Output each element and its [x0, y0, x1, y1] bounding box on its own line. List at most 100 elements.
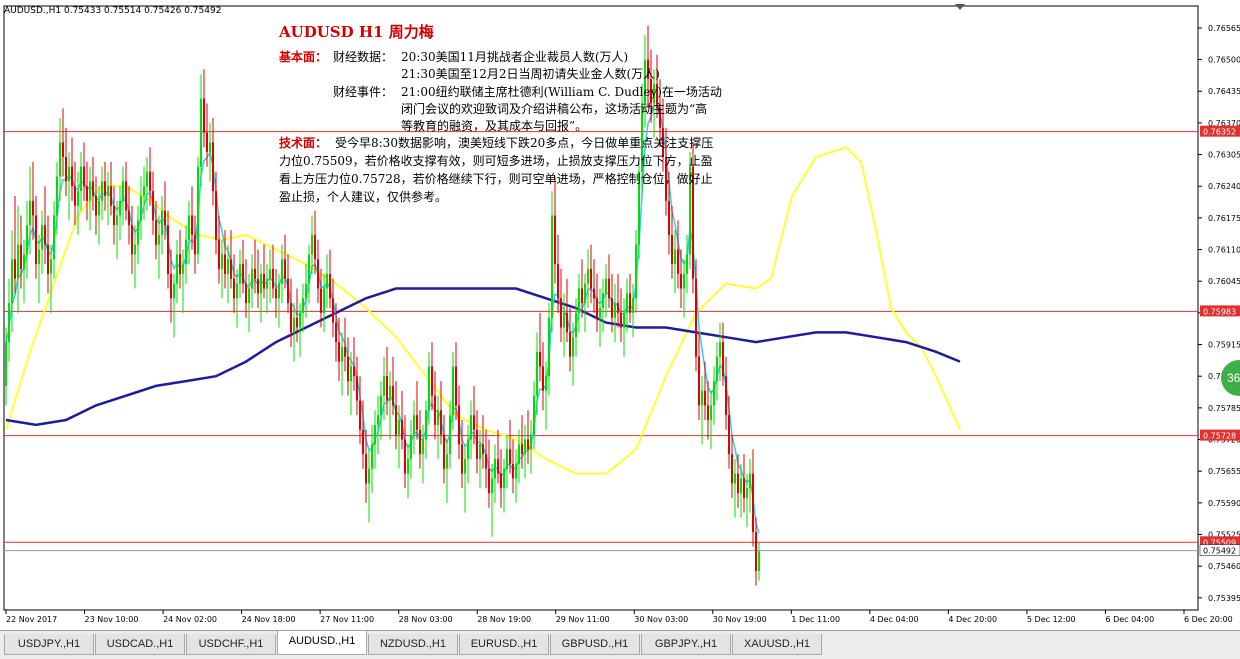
candle-body	[107, 186, 109, 196]
candle-body	[110, 186, 112, 206]
candle-body	[272, 269, 274, 289]
candle-body	[680, 273, 682, 289]
tab-gbpusd-h1[interactable]: GBPUSD.,H1	[550, 634, 640, 655]
level-price-label: 0.75728	[1203, 432, 1236, 441]
candle-body	[611, 298, 613, 318]
fundamental-data-label: 财经数据：	[333, 50, 394, 64]
tab-audusd-h1[interactable]: AUDUSD.,H1	[277, 631, 367, 655]
candle-body	[365, 454, 367, 484]
candle-body	[686, 254, 688, 274]
candle-body	[731, 454, 733, 484]
candle-body	[566, 312, 568, 333]
fundamental-data-line: 21:30美国至12月2日当周初请失业金人数(万人)	[401, 67, 660, 81]
technical-line: 看上方压力位0.75728，若价格继续下行，则可空单进场，严格控制仓位，做好止	[279, 172, 713, 186]
x-tick-label: 5 Dec 12:00	[1027, 615, 1076, 624]
candle-body	[62, 142, 64, 157]
candle-body	[356, 376, 358, 401]
candle-body	[401, 420, 403, 440]
candle-body	[668, 200, 670, 235]
candle-body	[707, 405, 709, 421]
candle-body	[380, 395, 382, 416]
candle-body	[200, 98, 202, 167]
candle-body	[683, 273, 685, 289]
candle-body	[407, 459, 409, 474]
candle-body	[413, 415, 415, 435]
candle-body	[485, 454, 487, 469]
candle-body	[713, 381, 715, 406]
y-tick-label: 0.76110	[1208, 246, 1240, 255]
tab-usdjpy-h1[interactable]: USDJPY.,H1	[4, 634, 94, 655]
candle-body	[548, 317, 550, 377]
candle-body	[533, 395, 535, 435]
candle-body	[383, 376, 385, 396]
candle-body	[479, 444, 481, 459]
candle-body	[260, 273, 262, 294]
candle-body	[335, 322, 337, 343]
candle-body	[65, 157, 67, 182]
candle-body	[473, 415, 475, 430]
x-tick-label: 28 Nov 03:00	[399, 615, 453, 624]
candle-body	[347, 356, 349, 382]
candle-body	[83, 166, 85, 187]
tab-nzdusd-h1[interactable]: NZDUSD.,H1	[368, 634, 458, 655]
candle-body	[125, 181, 127, 211]
candle-body	[215, 191, 217, 240]
candle-body	[158, 234, 160, 245]
candle-body	[584, 283, 586, 304]
tab-usdcad-h1[interactable]: USDCAD.,H1	[95, 634, 185, 655]
tab-xauusd-h1[interactable]: XAUUSD.,H1	[732, 634, 822, 655]
candle-body	[287, 278, 289, 304]
candle-body	[734, 473, 736, 484]
candle-body	[179, 254, 181, 274]
candle-body	[530, 434, 532, 450]
tab-gbpjpy-h1[interactable]: GBPJPY.,H1	[641, 634, 731, 655]
current-price-label: 0.75492	[1203, 547, 1236, 556]
candle-body	[278, 283, 280, 299]
candle-body	[92, 181, 94, 196]
candle-body	[140, 195, 142, 221]
candle-body	[131, 225, 133, 255]
candle-body	[746, 488, 748, 498]
candle-body	[17, 244, 19, 279]
candle-body	[416, 415, 418, 430]
candle-body	[737, 473, 739, 494]
candle-body	[518, 444, 520, 464]
collapse-arrow-icon[interactable]	[955, 4, 965, 10]
y-tick-label: 0.75655	[1208, 467, 1240, 476]
x-tick-label: 23 Nov 10:00	[85, 615, 139, 624]
candle-body	[59, 142, 61, 177]
candle-body	[338, 342, 340, 362]
candle-body	[482, 444, 484, 455]
candle-body	[344, 346, 346, 357]
price-chart[interactable]: 0.76565 0.76500 0.76435 0.76370 0.76305 0.762…	[0, 0, 1240, 630]
candle-body	[35, 215, 37, 265]
candle-body	[437, 410, 439, 425]
candle-body	[257, 278, 259, 294]
candle-body	[155, 220, 157, 245]
candle-body	[152, 191, 154, 221]
x-tick-label: 6 Dec 20:00	[1184, 615, 1233, 624]
candle-body	[716, 356, 718, 382]
event-line: 闭门会议的欢迎致词及介绍讲稿公布，这场活动主题为“高	[401, 102, 708, 116]
candle-body	[671, 234, 673, 265]
candle-body	[248, 288, 250, 304]
candle-body	[332, 298, 334, 323]
candle-body	[359, 400, 361, 430]
y-tick-label: 0.76305	[1208, 151, 1240, 160]
candle-body	[674, 249, 676, 265]
fundamental-label: 基本面：	[279, 50, 328, 64]
candle-body	[701, 390, 703, 406]
candle-body	[38, 249, 40, 265]
tab-usdchf-h1[interactable]: USDCHF.,H1	[186, 634, 276, 655]
tab-eurusd-h1[interactable]: EURUSD.,H1	[459, 634, 549, 655]
candle-body	[68, 166, 70, 182]
candle-body	[167, 225, 169, 274]
candle-body	[185, 239, 187, 265]
event-line: 21:00纽约联储主席杜德利(William C. Dudley)在一场活动	[401, 85, 722, 99]
candle-body	[164, 210, 166, 226]
event-label: 财经事件：	[333, 85, 394, 99]
candle-body	[572, 337, 574, 357]
x-tick-label: 4 Dec 20:00	[948, 615, 997, 624]
candle-body	[284, 259, 286, 279]
candle-body	[317, 259, 319, 289]
